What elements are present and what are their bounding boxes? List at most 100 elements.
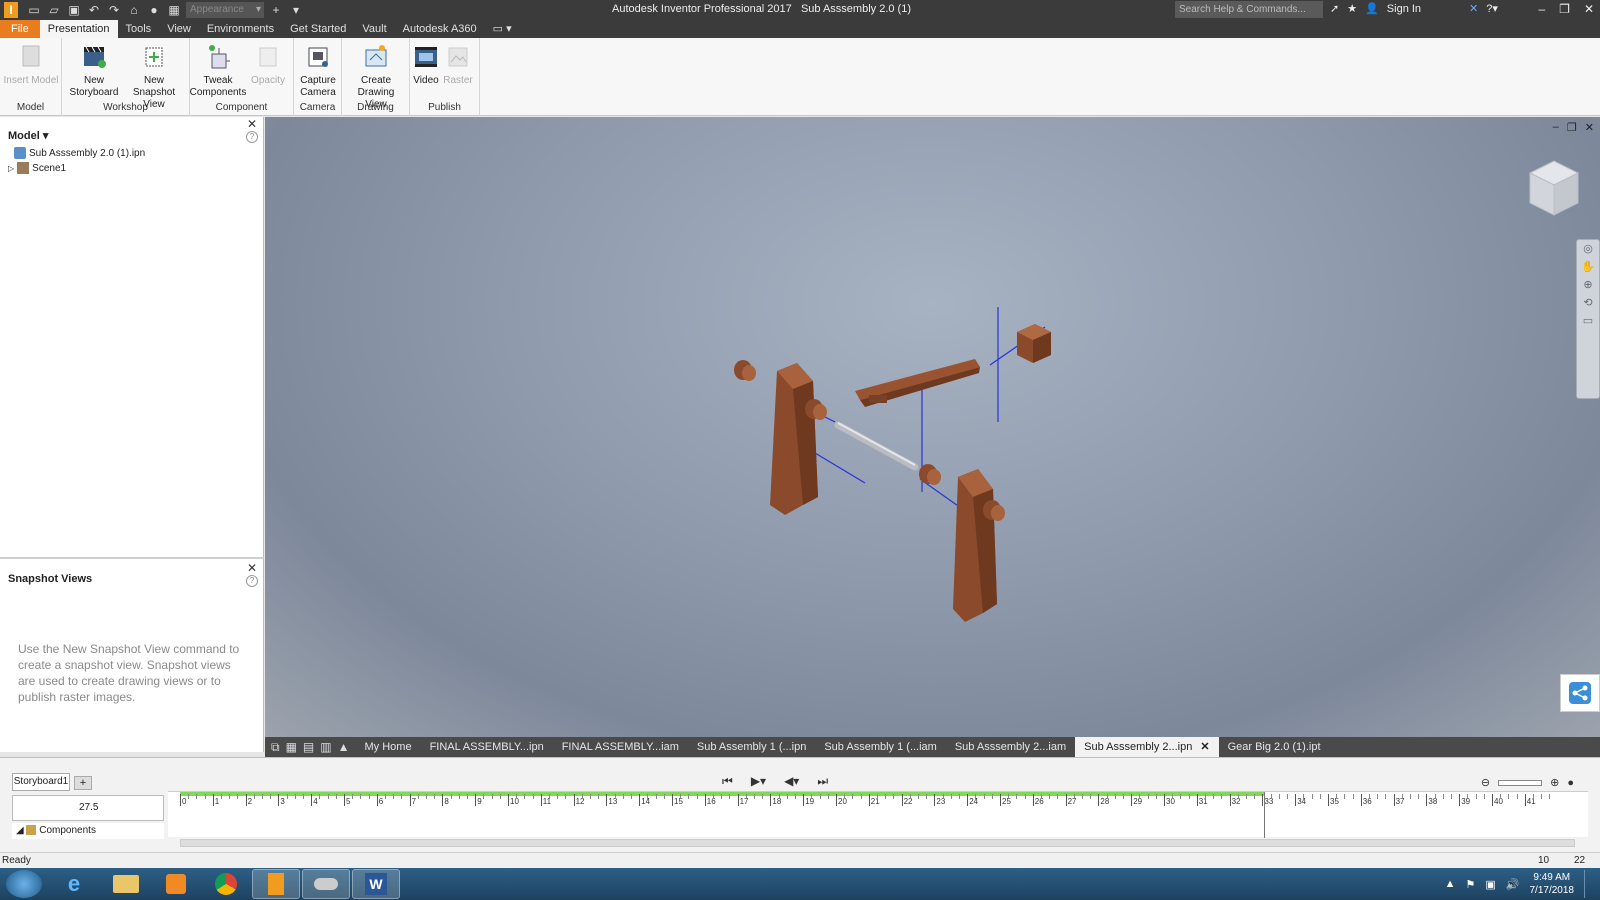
share-icon[interactable] xyxy=(1560,674,1600,712)
close-icon[interactable]: ✕ xyxy=(1584,2,1594,16)
customize-qat-icon[interactable]: ▾ xyxy=(288,2,304,18)
clock[interactable]: 9:49 AM 7/17/2018 xyxy=(1530,871,1575,897)
orbit-icon[interactable]: ⟲ xyxy=(1577,294,1599,312)
zoom-in-icon[interactable]: ⊕ xyxy=(1550,776,1559,789)
tab-file[interactable]: File xyxy=(0,20,40,38)
word-icon[interactable]: W xyxy=(352,869,400,899)
doc-tab-my-home[interactable]: My Home xyxy=(356,737,421,757)
help-icon[interactable]: ? xyxy=(246,575,258,587)
start-button-icon[interactable] xyxy=(6,870,42,898)
close-icon[interactable]: ✕ xyxy=(247,561,257,575)
minimize-icon[interactable]: – xyxy=(1538,2,1545,16)
current-time-field[interactable]: 27.5 xyxy=(12,795,164,821)
capture-camera-button[interactable]: Capture Camera xyxy=(288,42,348,99)
user-icon[interactable]: 👤 xyxy=(1365,2,1379,15)
redo-icon[interactable]: ↷ xyxy=(106,2,122,18)
play-reverse-icon[interactable]: ◀▾ xyxy=(784,774,799,789)
inventor-taskbar-icon[interactable] xyxy=(252,869,300,899)
material-icon[interactable]: ● xyxy=(146,2,162,18)
new-file-icon[interactable]: ▭ xyxy=(26,2,42,18)
tree-item-scene[interactable]: ▷ Scene1 xyxy=(8,162,66,174)
tab-autodesk-a360[interactable]: Autodesk A360 xyxy=(395,20,485,38)
doc-tab-gear-big[interactable]: Gear Big 2.0 (1).ipt xyxy=(1219,737,1330,757)
tab-environments[interactable]: Environments xyxy=(199,20,282,38)
insert-model-button[interactable]: Insert Model xyxy=(1,42,61,87)
network-icon[interactable]: ▣ xyxy=(1485,878,1495,891)
go-to-end-icon[interactable]: ⏭ xyxy=(817,774,828,789)
favorites-icon[interactable]: ★ xyxy=(1347,2,1357,15)
open-file-icon[interactable]: ▱ xyxy=(46,2,62,18)
doc-tab-sub-assembly-1-iam[interactable]: Sub Assembly 1 (...iam xyxy=(815,737,946,757)
restore-icon[interactable]: ❐ xyxy=(1567,121,1577,134)
tile-vertical-icon[interactable]: ▥ xyxy=(320,740,331,754)
raster-button[interactable]: Raster xyxy=(428,42,488,87)
add-icon[interactable]: + xyxy=(268,2,284,18)
search-input[interactable]: Search Help & Commands... xyxy=(1175,1,1323,18)
tile-horizontal-icon[interactable]: ▤ xyxy=(303,740,314,754)
close-icon[interactable]: ✕ xyxy=(1585,121,1594,134)
save-icon[interactable]: ▣ xyxy=(66,2,82,18)
close-tab-icon[interactable]: ✕ xyxy=(1200,741,1209,753)
cascade-icon[interactable]: ⧉ xyxy=(271,740,280,755)
doc-tab-final-assembly-ipn[interactable]: FINAL ASSEMBLY...ipn xyxy=(421,737,553,757)
internet-explorer-icon[interactable]: e xyxy=(50,869,98,899)
tile-icon[interactable]: ▦ xyxy=(286,740,297,754)
go-to-start-icon[interactable]: ⏮ xyxy=(722,774,733,789)
appearance-dropdown[interactable]: Appearance xyxy=(186,2,264,18)
undo-icon[interactable]: ↶ xyxy=(86,2,102,18)
zoom-icon[interactable]: ⊕ xyxy=(1577,276,1599,294)
tab-view[interactable]: View xyxy=(159,20,199,38)
model-browser-header[interactable]: Model ▾ xyxy=(8,129,48,142)
doc-tab-sub-assembly-2-ipn[interactable]: Sub Asssembly 2...ipn ✕ xyxy=(1075,737,1219,757)
chrome-icon[interactable] xyxy=(202,869,250,899)
viewcube-icon[interactable] xyxy=(1522,153,1582,223)
pan-icon[interactable]: ✋ xyxy=(1577,258,1599,276)
tree-item-presentation[interactable]: Sub Asssembly 2.0 (1).ipn xyxy=(14,147,145,159)
sign-in-link[interactable]: Sign In xyxy=(1387,3,1421,15)
tab-presentation[interactable]: Presentation xyxy=(39,20,118,38)
minimize-icon[interactable]: – xyxy=(1553,121,1559,134)
search-go-icon[interactable]: ➚ xyxy=(1330,2,1339,15)
tab-vault[interactable]: Vault xyxy=(354,20,394,38)
tab-get-started[interactable]: Get Started xyxy=(282,20,354,38)
show-hidden-icons-icon[interactable]: ▲ xyxy=(1445,878,1456,890)
left-upright-part[interactable] xyxy=(770,363,818,515)
action-center-flag-icon[interactable]: ⚑ xyxy=(1466,878,1476,891)
right-upright-part[interactable] xyxy=(953,469,997,622)
zoom-out-icon[interactable]: ⊖ xyxy=(1481,776,1490,789)
doc-tab-sub-assembly-1-ipn[interactable]: Sub Assembly 1 (...ipn xyxy=(688,737,815,757)
shaft-part[interactable] xyxy=(834,421,919,471)
storyboard-tab[interactable]: Storyboard1 xyxy=(12,773,70,791)
app-taskbar-icon[interactable] xyxy=(302,869,350,899)
doc-tab-sub-assembly-2-iam[interactable]: Sub Asssembly 2...iam xyxy=(946,737,1075,757)
timeline-options-icon[interactable]: ● xyxy=(1567,777,1574,789)
assembly-scene[interactable] xyxy=(265,117,1600,737)
zoom-slider[interactable] xyxy=(1498,779,1543,786)
components-row[interactable]: ◢ Components xyxy=(12,823,164,839)
home-icon[interactable]: ⌂ xyxy=(126,2,142,18)
new-storyboard-button[interactable]: New Storyboard xyxy=(64,42,124,99)
close-icon[interactable]: ✕ xyxy=(247,117,257,131)
play-forward-icon[interactable]: ▶▾ xyxy=(751,774,766,789)
volume-icon[interactable]: 🔊 xyxy=(1506,878,1520,891)
exchange-icon[interactable]: ✕ xyxy=(1469,2,1478,15)
steering-wheel-icon[interactable]: ◎ xyxy=(1577,240,1599,258)
update-icon[interactable]: ▦ xyxy=(166,2,182,18)
media-player-icon[interactable] xyxy=(152,869,200,899)
show-desktop-button[interactable] xyxy=(1584,870,1590,898)
cube-block-part[interactable] xyxy=(1017,324,1051,363)
arm-bar-part[interactable] xyxy=(855,359,980,407)
tab-list-icon[interactable]: ▲ xyxy=(338,740,350,754)
tab-tools[interactable]: Tools xyxy=(118,20,160,38)
timeline-playhead[interactable] xyxy=(1264,792,1265,838)
maximize-icon[interactable]: ❐ xyxy=(1559,2,1570,16)
help-icon[interactable]: ? xyxy=(246,131,258,143)
ribbon-display-options-icon[interactable]: ▭ ▾ xyxy=(485,20,520,38)
new-snapshot-view-button[interactable]: New Snapshot View xyxy=(124,42,184,111)
file-explorer-icon[interactable] xyxy=(102,869,150,899)
doc-tab-final-assembly-iam[interactable]: FINAL ASSEMBLY...iam xyxy=(553,737,688,757)
inventor-logo-icon[interactable]: I xyxy=(4,2,18,18)
help-icon[interactable]: ?▾ xyxy=(1486,2,1498,15)
graphics-viewport[interactable]: – ❐ ✕ ◎ ✋ ⊕ ⟲ ▭ xyxy=(265,117,1600,737)
timeline[interactable]: 0 1 2 3 4 5 6 7 8 9 10 11 12 13 14 15 16 17 18 19 20 21 22 23 24… xyxy=(168,791,1588,838)
